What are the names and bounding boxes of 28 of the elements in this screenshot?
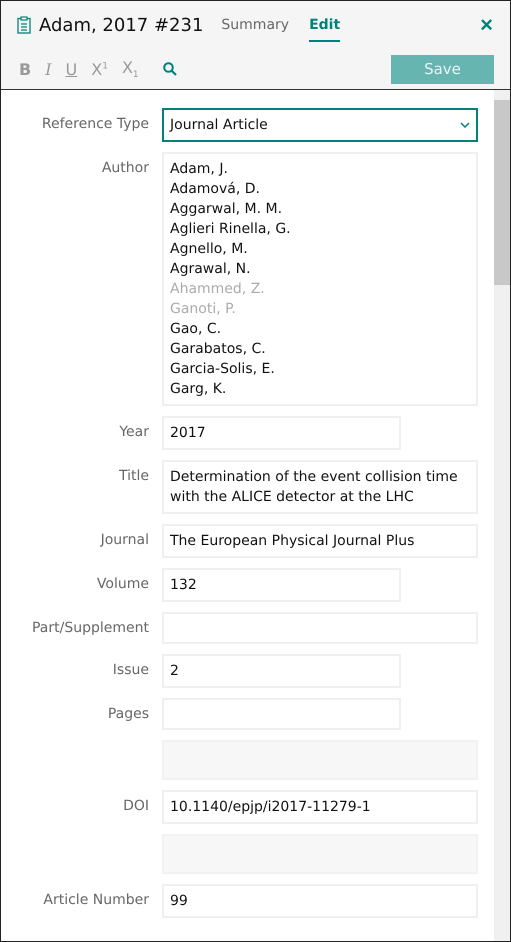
- field-label: Year: [118, 423, 149, 440]
- reference-title: Adam, 2017 #231: [39, 14, 204, 36]
- author-list[interactable]: Adam, J. Adamová, D. Aggarwal, M. M. Aglieri Rinella, G. Agnello, M. Agrawal, N. Ahammed, Z. Ganoti, P. Gao, C. Garabatos, C. Garcia-Solis, E. Garg, K.: [162, 152, 478, 406]
- field-label: Reference Type: [40, 115, 149, 132]
- close-button[interactable]: ×: [480, 14, 493, 36]
- field-label: Issue: [112, 661, 149, 678]
- field-label: Author: [100, 159, 149, 176]
- text-field[interactable]: 2017: [162, 416, 401, 450]
- text-field[interactable]: 10.1140/epjp/i2017-11279-1: [162, 790, 478, 824]
- tab[interactable]: Summary: [221, 8, 290, 42]
- field-label: Part/Supplement: [30, 619, 149, 636]
- clipboard-icon: [17, 16, 31, 34]
- text-field[interactable]: The European Physical Journal Plus: [162, 524, 478, 558]
- text-field[interactable]: 2: [162, 654, 401, 688]
- text-field[interactable]: 132: [162, 568, 401, 602]
- field-label: Pages: [106, 705, 149, 722]
- chevron-down-icon: [460, 122, 470, 128]
- scrollbar-thumb[interactable]: [494, 100, 510, 285]
- field-label: Journal: [98, 531, 149, 548]
- text-field[interactable]: 99: [162, 884, 478, 918]
- field-label: Title: [118, 467, 149, 484]
- text-field[interactable]: Determination of the event collision time with the ALICE detector at the LHC: [162, 460, 478, 514]
- reference-type-dropdown[interactable]: Journal Article: [162, 108, 478, 142]
- tab[interactable]: Edit: [309, 8, 340, 42]
- field-label: DOI: [122, 797, 149, 814]
- field-label: Article Number: [42, 891, 149, 908]
- search-icon[interactable]: [162, 62, 177, 76]
- field-label: Volume: [96, 575, 149, 592]
